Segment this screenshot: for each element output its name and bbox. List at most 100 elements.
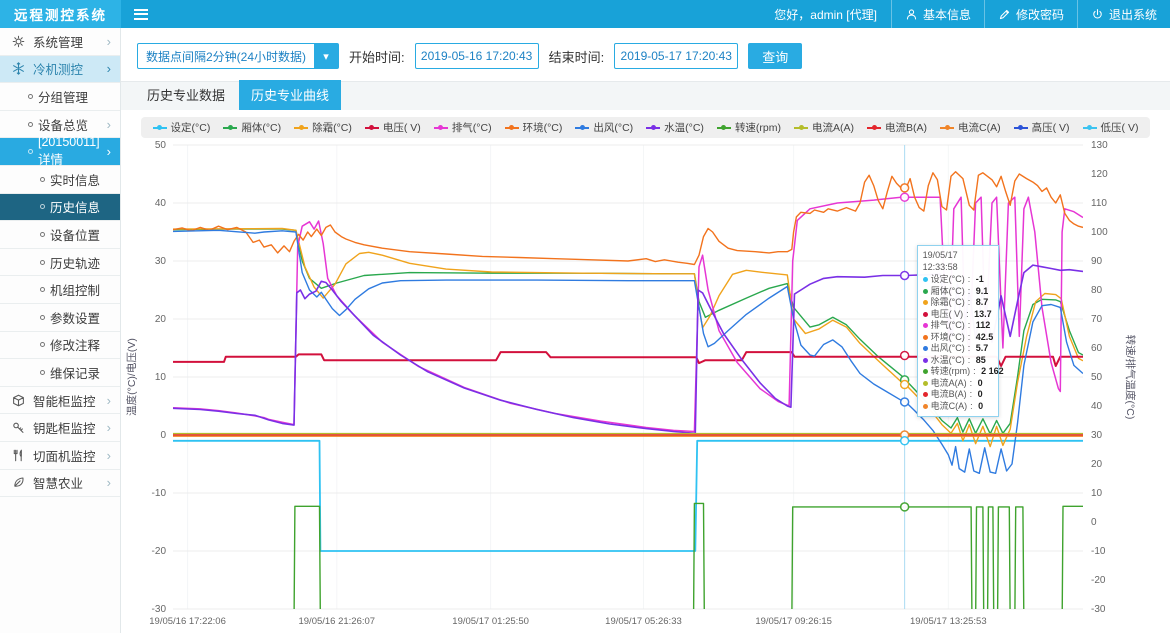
y-axis-right-tick: 70 — [1091, 314, 1103, 325]
logout-button[interactable]: 退出系统 — [1077, 0, 1170, 28]
legend-item[interactable]: 低压( V) — [1083, 120, 1139, 135]
legend-swatch-icon — [434, 127, 448, 129]
legend-item[interactable]: 厢体(°C) — [223, 120, 281, 135]
sidebar-item-label: 分组管理 — [38, 87, 88, 106]
chevron-right-icon: › — [107, 118, 111, 131]
cube-icon — [12, 394, 25, 407]
legend-swatch-icon — [575, 127, 589, 129]
legend-swatch-icon — [1014, 127, 1028, 129]
sidebar-item-maintenance-record[interactable]: 维保记录 — [0, 359, 120, 387]
legend-swatch-icon — [646, 127, 660, 129]
bullet-icon — [40, 177, 45, 182]
sidebar-item-cooler-monitor[interactable]: 冷机测控› — [0, 56, 120, 84]
y-axis-left-tick: 50 — [155, 140, 167, 151]
basic-info-button[interactable]: 基本信息 — [891, 0, 984, 28]
interval-select-value: 数据点间隔2分钟(24小时数据) — [138, 44, 314, 68]
y-axis-right-tick: 110 — [1091, 198, 1107, 209]
legend-label: 电流C(A) — [958, 120, 1001, 135]
y-axis-right-tick: 60 — [1091, 343, 1103, 354]
start-time-input[interactable] — [415, 43, 539, 69]
x-axis-tick: 19/05/17 01:25:50 — [452, 616, 529, 627]
bullet-icon — [40, 342, 45, 347]
x-axis-tick: 19/05/16 17:22:06 — [149, 616, 226, 627]
sidebar-item-key-cabinet-monitor[interactable]: 钥匙柜监控› — [0, 414, 120, 442]
key-icon — [12, 421, 25, 434]
legend-item[interactable]: 电压( V) — [365, 120, 421, 135]
legend-label: 设定(°C) — [171, 120, 211, 135]
y-axis-left-tick: -20 — [152, 546, 167, 557]
y-axis-right-tick: 50 — [1091, 372, 1103, 383]
main-content: 数据点间隔2分钟(24小时数据) ▾ 开始时间: 结束时间: 查询 历史专业数据… — [121, 28, 1170, 633]
legend-item[interactable]: 环境(°C) — [505, 120, 563, 135]
sidebar-item-slicer-monitor[interactable]: 切面机监控› — [0, 442, 120, 470]
series-line — [173, 229, 1083, 434]
history-curve-chart: 50403020100-10-20-3013012011010090807060… — [121, 139, 1170, 631]
sidebar: 系统管理›冷机测控›分组管理设备总览›[20150011]详情›实时信息历史信息… — [0, 28, 121, 633]
legend-label: 电流A(A) — [812, 120, 854, 135]
chevron-right-icon: › — [107, 62, 111, 75]
legend-swatch-icon — [794, 127, 808, 129]
tab-history-curve[interactable]: 历史专业曲线 — [239, 80, 341, 110]
legend-label: 水温(°C) — [664, 120, 704, 135]
chevron-right-icon: › — [107, 145, 111, 158]
change-password-button[interactable]: 修改密码 — [984, 0, 1077, 28]
legend-item[interactable]: 排气(°C) — [434, 120, 492, 135]
x-axis-tick: 19/05/16 21:26:07 — [298, 616, 375, 627]
sidebar-item-label: 历史信息 — [50, 197, 100, 216]
legend-item[interactable]: 电流B(A) — [867, 120, 927, 135]
change-password-label: 修改密码 — [1016, 6, 1064, 23]
chart-legend: 设定(°C) 厢体(°C) 除霜(°C) 电压( V) 排气(°C) 环境(°C) 出风(°… — [141, 117, 1151, 138]
chevron-down-icon: ▾ — [314, 44, 338, 68]
legend-item[interactable]: 高压( V) — [1014, 120, 1070, 135]
hover-marker-point — [901, 381, 909, 389]
chevron-right-icon: › — [107, 421, 111, 434]
sidebar-item-history-info[interactable]: 历史信息 — [0, 194, 120, 222]
power-icon — [1091, 8, 1104, 21]
query-button[interactable]: 查询 — [748, 43, 802, 69]
y-axis-left-tick: -30 — [152, 604, 167, 615]
sidebar-item-device-location[interactable]: 设备位置 — [0, 221, 120, 249]
sidebar-item-modify-note[interactable]: 修改注释 — [0, 332, 120, 360]
gear-icon — [12, 35, 25, 48]
sidebar-item-unit-control[interactable]: 机组控制 — [0, 276, 120, 304]
bullet-icon — [28, 122, 33, 127]
logout-label: 退出系统 — [1109, 6, 1157, 23]
end-time-input[interactable] — [614, 43, 738, 69]
sidebar-item-label: 历史轨迹 — [50, 253, 100, 272]
sidebar-item-label: 修改注释 — [50, 335, 100, 354]
sidebar-item-history-track[interactable]: 历史轨迹 — [0, 249, 120, 277]
legend-item[interactable]: 出风(°C) — [575, 120, 633, 135]
legend-item[interactable]: 除霜(°C) — [294, 120, 352, 135]
series-line — [173, 172, 1083, 265]
tab-history-data[interactable]: 历史专业数据 — [135, 80, 237, 110]
chevron-right-icon: › — [107, 35, 111, 48]
legend-swatch-icon — [294, 127, 308, 129]
legend-label: 电流B(A) — [885, 120, 927, 135]
y-axis-left-tick: 30 — [155, 256, 167, 267]
legend-item[interactable]: 设定(°C) — [153, 120, 211, 135]
hover-marker-point — [901, 503, 909, 511]
legend-item[interactable]: 转速(rpm) — [717, 120, 781, 135]
legend-item[interactable]: 电流A(A) — [794, 120, 854, 135]
sidebar-item-smart-agriculture[interactable]: 智慧农业› — [0, 470, 120, 498]
sidebar-item-device-20150011-detail[interactable]: [20150011]详情› — [0, 138, 120, 166]
basic-info-label: 基本信息 — [923, 6, 971, 23]
sidebar-item-smart-cabinet-monitor[interactable]: 智能柜监控› — [0, 387, 120, 415]
interval-select[interactable]: 数据点间隔2分钟(24小时数据) ▾ — [137, 43, 339, 69]
legend-item[interactable]: 电流C(A) — [940, 120, 1001, 135]
sidebar-item-param-settings[interactable]: 参数设置 — [0, 304, 120, 332]
sidebar-item-label: 维保记录 — [50, 363, 100, 382]
legend-label: 低压( V) — [1101, 120, 1139, 135]
legend-label: 排气(°C) — [452, 120, 492, 135]
sidebar-item-group-management[interactable]: 分组管理 — [0, 83, 120, 111]
legend-item[interactable]: 水温(°C) — [646, 120, 704, 135]
series-line — [173, 503, 1083, 626]
bullet-icon — [28, 149, 33, 154]
sidebar-item-system-management[interactable]: 系统管理› — [0, 28, 120, 56]
sidebar-item-label: 实时信息 — [50, 170, 100, 189]
sidebar-item-realtime-info[interactable]: 实时信息 — [0, 166, 120, 194]
end-time-label: 结束时间: — [549, 47, 605, 66]
menu-toggle-button[interactable] — [121, 0, 161, 28]
legend-swatch-icon — [1083, 127, 1097, 129]
y-axis-right-tick: -20 — [1091, 575, 1106, 586]
